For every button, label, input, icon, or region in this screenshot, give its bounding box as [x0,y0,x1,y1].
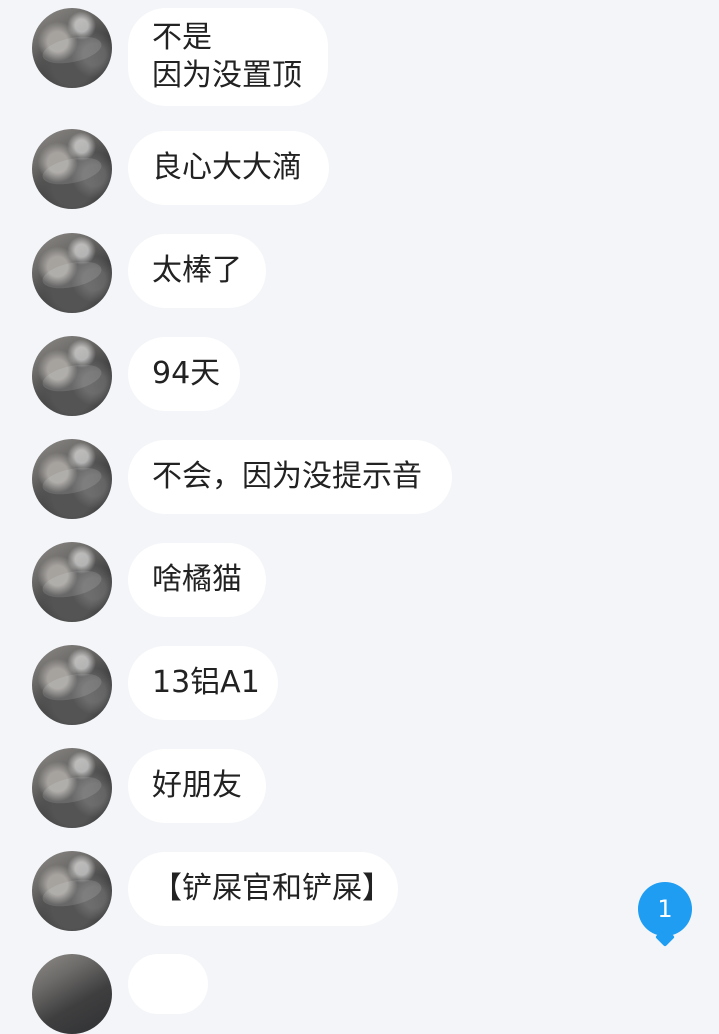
message-text: 好朋友 [152,768,242,803]
avatar[interactable] [32,233,112,313]
chat-message-list[interactable]: 不是 因为没置顶 良心大大滴 太棒了 94天 不会，因为没提示音 啥橘猫 13铝… [0,0,719,1034]
avatar[interactable] [32,954,112,1034]
avatar[interactable] [32,439,112,519]
partial-message-row [0,946,719,1034]
message-bubble[interactable]: 不是 因为没置顶 [128,8,328,106]
message-bubble[interactable]: 良心大大滴 [128,131,329,205]
avatar[interactable] [32,542,112,622]
message-text: 不会，因为没提示音 [152,459,422,494]
message-bubble[interactable]: 啥橘猫 [128,543,266,617]
avatar[interactable] [32,336,112,416]
unread-count-badge[interactable]: 1 [638,882,692,936]
message-text-line: 因为没置顶 [152,58,302,93]
message-bubble[interactable]: 13铝A1 [128,646,278,720]
message-bubble[interactable]: 不会，因为没提示音 [128,440,452,514]
message-text: 13铝A1 [152,665,260,700]
avatar[interactable] [32,851,112,931]
avatar[interactable] [32,8,112,88]
unread-count: 1 [657,895,673,923]
message-text: 啥橘猫 [152,562,242,597]
message-text: 94天 [152,356,221,391]
message-bubble[interactable]: 太棒了 [128,234,266,308]
message-text-line: 不是 [152,20,212,55]
message-bubble[interactable]: 94天 [128,337,240,411]
message-text: 良心大大滴 [152,150,302,185]
message-bubble[interactable]: 【铲屎官和铲屎】 [128,852,398,926]
message-text: 【铲屎官和铲屎】 [152,871,392,906]
message-bubble[interactable] [128,954,208,1014]
message-text: 太棒了 [152,253,242,288]
avatar[interactable] [32,129,112,209]
avatar[interactable] [32,748,112,828]
message-bubble[interactable]: 好朋友 [128,749,266,823]
avatar[interactable] [32,645,112,725]
